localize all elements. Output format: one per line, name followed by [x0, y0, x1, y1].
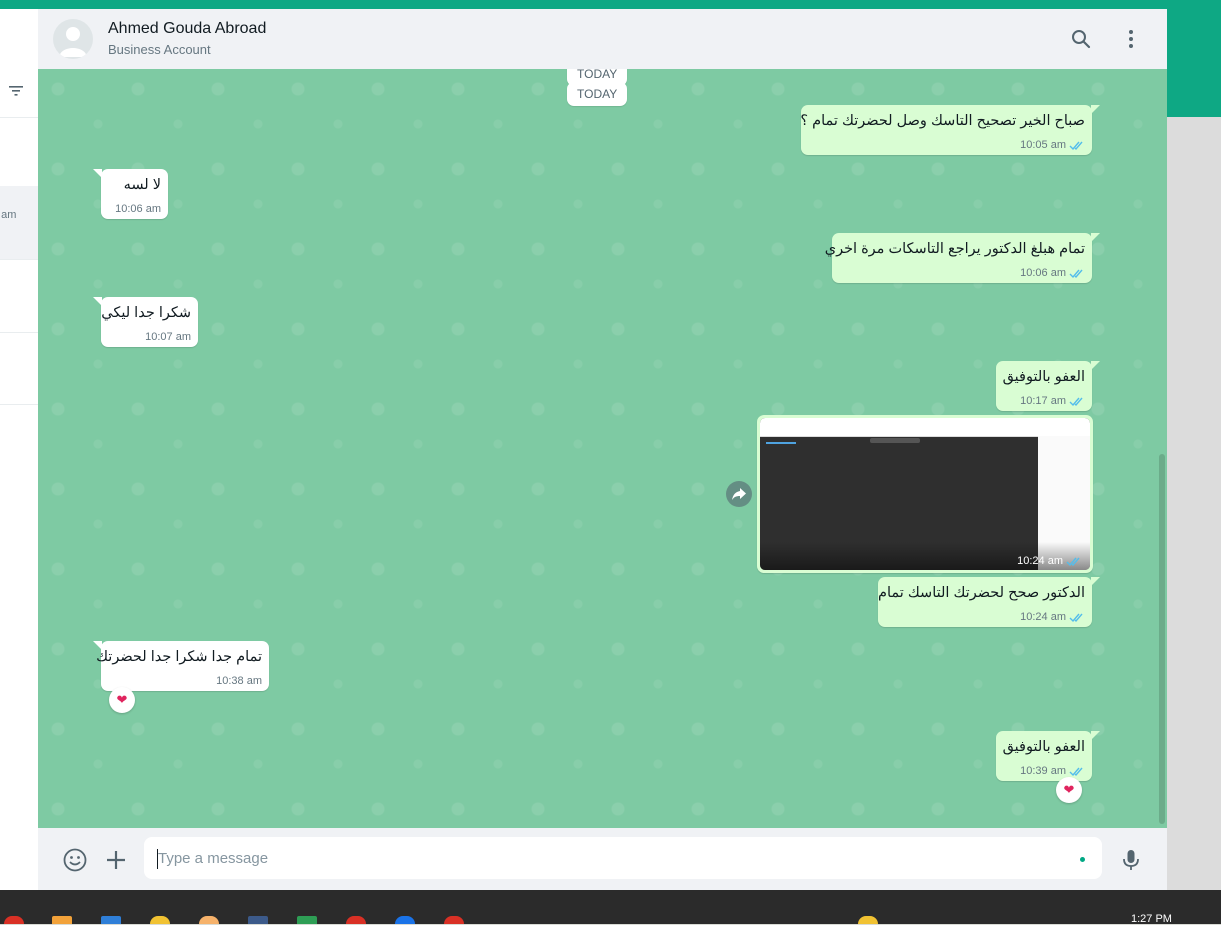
message-text: العفو بالتوفيق [1002, 369, 1085, 385]
heart-reaction-icon[interactable]: ❤ [109, 687, 135, 713]
sidebar-divider [0, 404, 38, 405]
app-taskbar-icon[interactable] [395, 916, 415, 924]
avatar[interactable] [53, 19, 93, 59]
message-time: 10:38 am [216, 675, 262, 687]
heart-reaction-icon[interactable]: ❤ [1056, 777, 1082, 803]
message-text: تمام جدا شكرا جدا لحضرتك [96, 649, 262, 665]
scrollbar-thumb[interactable] [1159, 454, 1165, 824]
double-check-icon [1069, 397, 1083, 406]
app-taskbar-icon[interactable] [248, 916, 268, 924]
message-text: تمام هبلغ الدكتور يراجع التاسكات مرة اخر… [824, 241, 1085, 257]
message-meta: 10:17 am [1020, 395, 1085, 407]
app-taskbar-icon[interactable] [444, 916, 464, 924]
double-check-icon [1069, 613, 1083, 622]
forward-button[interactable] [726, 481, 752, 507]
message-meta: 10:07 am [145, 331, 191, 343]
sidebar-divider [0, 332, 38, 333]
sidebar-divider [0, 259, 38, 260]
message-text: صباح الخير تصحيح التاسك وصل لحضرتك تمام … [800, 113, 1085, 129]
message-outgoing[interactable]: العفو بالتوفيق 10:39 am [996, 731, 1100, 781]
app-taskbar-icon[interactable] [346, 916, 366, 924]
message-meta: 10:38 am [216, 675, 262, 687]
message-time: 10:39 am [1020, 765, 1066, 777]
message-outgoing[interactable]: صباح الخير تصحيح التاسك وصل لحضرتك تمام … [800, 105, 1100, 155]
image-detail [870, 438, 920, 443]
filter-icon[interactable] [9, 85, 23, 97]
os-taskbar [0, 890, 1221, 924]
message-meta: 10:24 am [1020, 611, 1085, 623]
message-text: العفو بالتوفيق [1002, 739, 1085, 755]
double-check-icon [1066, 557, 1080, 566]
background-gray-area [1167, 117, 1221, 890]
message-outgoing[interactable]: الدكتور صحح لحضرتك التاسك تمام 10:24 am [877, 577, 1100, 627]
default-avatar-icon [59, 27, 87, 57]
text-caret [157, 849, 158, 869]
app-taskbar-icon[interactable] [101, 916, 121, 924]
more-options-icon[interactable] [1119, 27, 1143, 51]
double-check-icon [1069, 141, 1083, 150]
background-accent-strip [1167, 9, 1221, 117]
image-detail [766, 442, 796, 444]
message-incoming[interactable]: شكرا جدا ليكي 10:07 am [93, 297, 198, 347]
message-meta: 10:06 am [115, 203, 161, 215]
search-icon[interactable] [1069, 27, 1093, 51]
status-dot [1080, 857, 1085, 862]
chat-list-item-time: 9 am [0, 209, 17, 221]
attach-plus-icon[interactable] [103, 847, 129, 873]
app-taskbar-icon[interactable] [297, 916, 317, 924]
message-input[interactable] [144, 837, 1102, 879]
date-chip: TODAY [567, 82, 628, 106]
contact-name[interactable]: Ahmed Gouda Abroad [108, 20, 266, 38]
message-time: 10:06 am [1020, 267, 1066, 279]
message-incoming[interactable]: تمام جدا شكرا جدا لحضرتك 10:38 am [93, 641, 269, 691]
chat-list-sidebar: 9 am [0, 9, 39, 890]
sidebar-divider [0, 117, 38, 118]
app-taskbar-icon[interactable] [199, 916, 219, 924]
notification-taskbar-icon[interactable] [858, 916, 878, 924]
message-outgoing[interactable]: العفو بالتوفيق 10:17 am [996, 361, 1100, 411]
message-composer [38, 828, 1167, 890]
double-check-icon [1069, 767, 1083, 776]
image-browser-bar [760, 418, 1090, 437]
message-meta: 10:06 am [1020, 267, 1085, 279]
message-time: 10:24 am [1020, 611, 1066, 623]
message-text: الدكتور صحح لحضرتك التاسك تمام [877, 585, 1085, 601]
message-time: 10:07 am [145, 331, 191, 343]
message-meta: 10:05 am [1020, 139, 1085, 151]
message-meta: 10:39 am [1020, 765, 1085, 777]
message-time: 10:05 am [1020, 139, 1066, 151]
chat-list-item-active[interactable] [0, 186, 38, 260]
message-text: لا لسه [123, 177, 161, 193]
contact-subtitle: Business Account [108, 42, 211, 57]
message-time: 10:24 am [1017, 555, 1063, 567]
forward-arrow-icon [732, 488, 746, 500]
image-thumbnail[interactable]: 10:24 am [760, 418, 1090, 570]
message-meta: 10:24 am [1017, 555, 1082, 567]
chat-messages-area[interactable]: TODAY TODAY صباح الخير تصحيح التاسك وصل … [38, 69, 1167, 828]
window-top-band [0, 0, 1221, 9]
app-taskbar-icon[interactable] [52, 916, 72, 924]
message-outgoing[interactable]: تمام هبلغ الدكتور يراجع التاسكات مرة اخر… [824, 233, 1100, 283]
message-time: 10:17 am [1020, 395, 1066, 407]
image-message[interactable]: 10:24 am [757, 415, 1093, 573]
emoji-icon[interactable] [62, 847, 88, 873]
chat-header[interactable]: Ahmed Gouda Abroad Business Account [38, 9, 1167, 70]
microphone-icon[interactable] [1118, 847, 1144, 873]
folder-taskbar-icon[interactable] [150, 916, 170, 924]
double-check-icon [1069, 269, 1083, 278]
message-incoming[interactable]: لا لسه 10:06 am [93, 169, 168, 219]
message-time: 10:06 am [115, 203, 161, 215]
message-text: شكرا جدا ليكي [101, 305, 191, 321]
chrome-taskbar-icon[interactable] [4, 916, 24, 924]
taskbar-clock: 1:27 PM [1131, 913, 1172, 925]
